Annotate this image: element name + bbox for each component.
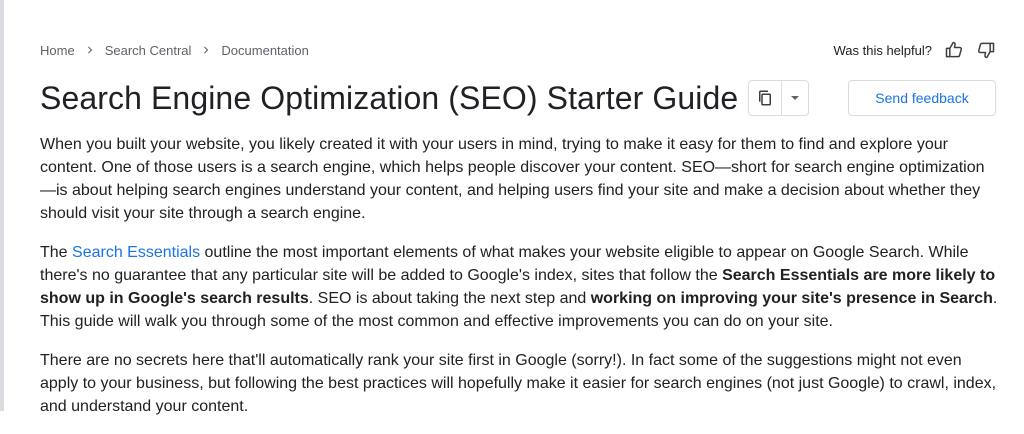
breadcrumb-home[interactable]: Home [40,43,75,58]
search-essentials-paragraph: The Search Essentials outline the most i… [40,241,1000,333]
text-segment: . SEO is about taking the next step and [308,290,591,307]
top-bar: Home Search Central Documentation Was th… [40,36,996,64]
caret-down-icon[interactable] [781,81,808,115]
send-feedback-button[interactable]: Send feedback [848,80,996,116]
thumb-down-icon[interactable] [976,40,996,60]
copy-icon[interactable] [749,81,781,115]
search-essentials-link[interactable]: Search Essentials [72,244,200,261]
helpful-prompt: Was this helpful? [833,42,932,58]
text-segment: The [40,244,73,261]
page-title: Search Engine Optimization (SEO) Starter… [40,79,739,116]
breadcrumb: Home Search Central Documentation [40,43,309,58]
title-row: Search Engine Optimization (SEO) Starter… [40,76,996,120]
breadcrumb-search-central[interactable]: Search Central [105,43,192,58]
breadcrumb-documentation[interactable]: Documentation [221,43,308,58]
chevron-right-icon [200,44,212,56]
no-secrets-paragraph: There are no secrets here that'll automa… [40,352,997,415]
bold-text: working on improving your site's presenc… [590,290,993,307]
intro-paragraph: When you built your website, you likely … [40,136,985,222]
article-body: When you built your website, you likely … [40,133,1000,434]
chevron-right-icon [84,44,96,56]
page-left-border [0,0,4,411]
copy-button-group [748,80,810,116]
helpful-rating: Was this helpful? [833,40,996,60]
thumb-up-icon[interactable] [944,40,964,60]
